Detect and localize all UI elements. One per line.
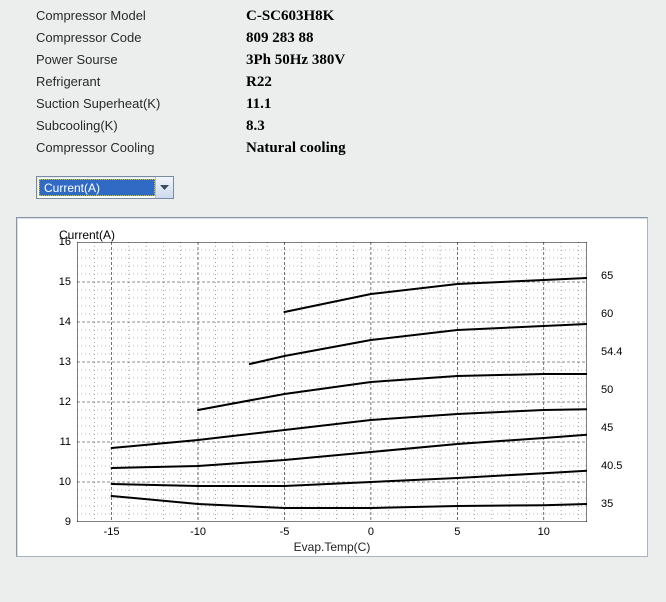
spec-label: Compressor Model bbox=[36, 8, 246, 23]
y-tick-label: 11 bbox=[41, 436, 71, 448]
spec-value: 11.1 bbox=[246, 96, 271, 113]
spec-label: Refrigerant bbox=[36, 74, 246, 89]
spec-row: Compressor Code809 283 88 bbox=[36, 30, 666, 52]
series-label: 60 bbox=[593, 308, 613, 320]
series-label: 54.4 bbox=[593, 346, 622, 358]
spec-row: RefrigerantR22 bbox=[36, 74, 666, 96]
spec-value: Natural cooling bbox=[246, 140, 346, 157]
spec-label: Power Sourse bbox=[36, 52, 246, 67]
y-tick-label: 13 bbox=[41, 356, 71, 368]
y-tick-label: 9 bbox=[41, 516, 71, 528]
x-tick-label: -10 bbox=[190, 526, 206, 538]
x-tick-label: -5 bbox=[280, 526, 290, 538]
spec-value: C-SC603H8K bbox=[246, 8, 334, 25]
spec-label: Compressor Cooling bbox=[36, 140, 246, 155]
chevron-down-icon bbox=[155, 177, 173, 198]
spec-label: Suction Superheat(K) bbox=[36, 96, 246, 111]
spec-value: 809 283 88 bbox=[246, 30, 314, 47]
spec-row: Compressor ModelC-SC603H8K bbox=[36, 8, 666, 30]
y-tick-label: 15 bbox=[41, 276, 71, 288]
series-label: 35 bbox=[593, 498, 613, 510]
y-tick-label: 10 bbox=[41, 476, 71, 488]
x-axis-title: Evap.Temp(C) bbox=[17, 540, 647, 554]
spec-row: Suction Superheat(K)11.1 bbox=[36, 96, 666, 118]
spec-row: Compressor CoolingNatural cooling bbox=[36, 140, 666, 162]
spec-label: Subcooling(K) bbox=[36, 118, 246, 133]
y-tick-label: 12 bbox=[41, 396, 71, 408]
x-tick-label: 5 bbox=[454, 526, 460, 538]
plot-area: 910111213141516-15-10-50510656054.450454… bbox=[77, 242, 587, 522]
chart: Current(A) 910111213141516-15-10-5051065… bbox=[16, 217, 648, 557]
x-tick-label: -15 bbox=[104, 526, 120, 538]
spec-row: Subcooling(K)8.3 bbox=[36, 118, 666, 140]
spec-value: 3Ph 50Hz 380V bbox=[246, 52, 345, 69]
series-label: 45 bbox=[593, 422, 613, 434]
dropdown-selected-text: Current(A) bbox=[39, 179, 155, 196]
parameter-dropdown[interactable]: Current(A) bbox=[36, 176, 174, 199]
x-tick-label: 10 bbox=[538, 526, 550, 538]
y-tick-label: 14 bbox=[41, 316, 71, 328]
series-label: 50 bbox=[593, 384, 613, 396]
series-label: 40.5 bbox=[593, 460, 622, 472]
y-tick-label: 16 bbox=[41, 236, 71, 248]
spec-label: Compressor Code bbox=[36, 30, 246, 45]
spec-value: R22 bbox=[246, 74, 272, 91]
spec-table: Compressor ModelC-SC603H8KCompressor Cod… bbox=[0, 0, 666, 170]
spec-row: Power Sourse3Ph 50Hz 380V bbox=[36, 52, 666, 74]
x-tick-label: 0 bbox=[368, 526, 374, 538]
series-label: 65 bbox=[593, 270, 613, 282]
spec-value: 8.3 bbox=[246, 118, 265, 135]
